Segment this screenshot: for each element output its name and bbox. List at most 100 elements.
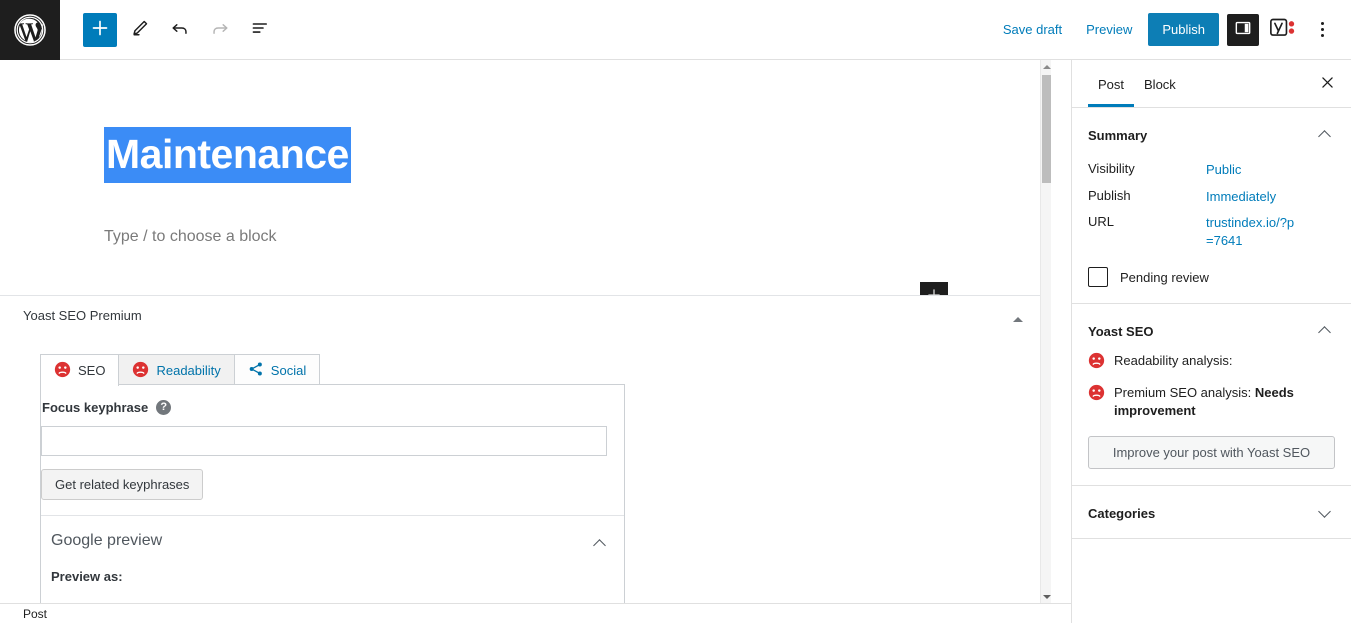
yoast-seo-icon xyxy=(1270,17,1296,42)
undo-icon xyxy=(169,17,191,42)
metabox-collapse-button[interactable] xyxy=(1008,309,1028,329)
summary-row-visibility: Visibility Public xyxy=(1088,152,1335,179)
editor-toolbar: Save draft Preview Publish xyxy=(0,0,1351,60)
face-bad-icon xyxy=(132,361,149,381)
visibility-label: Visibility xyxy=(1088,161,1135,176)
yoast-seo-collapse-button[interactable] xyxy=(1313,320,1335,342)
premium-seo-analysis-text: Premium SEO analysis: Needs improvement xyxy=(1114,384,1335,420)
pending-review-label[interactable]: Pending review xyxy=(1120,270,1209,285)
wordpress-logo-icon xyxy=(13,13,47,47)
edit-tool-button[interactable] xyxy=(123,13,157,47)
sidebar-tab-list: Post Block xyxy=(1072,60,1351,108)
google-preview-collapse-button[interactable] xyxy=(590,535,608,553)
focus-keyphrase-input[interactable] xyxy=(41,426,607,456)
yoast-tab-social[interactable]: Social xyxy=(233,354,321,386)
premium-seo-analysis-prefix: Premium SEO analysis: xyxy=(1114,385,1255,401)
url-label: URL xyxy=(1088,214,1115,230)
redo-icon xyxy=(209,17,231,42)
summary-collapse-button[interactable] xyxy=(1313,124,1335,146)
summary-section-header[interactable]: Summary xyxy=(1088,124,1335,146)
yoast-seo-tab-panel: Focus keyphrase ? Get related keyphrases… xyxy=(40,384,625,603)
publish-label: Publish xyxy=(1088,187,1131,203)
readability-analysis-text: Readability analysis: xyxy=(1114,353,1233,369)
chevron-up-icon xyxy=(1317,130,1331,143)
categories-title: Categories xyxy=(1088,505,1156,521)
triangle-up-icon xyxy=(1042,64,1051,69)
wordpress-block-editor: Save draft Preview Publish Maintenance T… xyxy=(0,0,1351,623)
publish-button[interactable]: Publish xyxy=(1148,13,1219,46)
visibility-value-button[interactable]: Public xyxy=(1206,161,1241,179)
triangle-down-icon xyxy=(1042,594,1051,599)
premium-seo-analysis-row: Premium SEO analysis: Needs improvement xyxy=(1088,384,1335,420)
focus-keyphrase-label: Focus keyphrase xyxy=(42,400,149,415)
scrollbar-thumb[interactable] xyxy=(1042,75,1051,183)
scrollbar-up-button[interactable] xyxy=(1041,60,1052,73)
breadcrumb[interactable]: Post xyxy=(23,607,47,621)
toolbar-right-group: Save draft Preview Publish xyxy=(991,13,1351,47)
get-related-keyphrases-button[interactable]: Get related keyphrases xyxy=(41,469,204,500)
wordpress-logo-button[interactable] xyxy=(0,0,60,60)
editor-column: Maintenance Type / to choose a block Yoa… xyxy=(0,60,1051,603)
face-bad-icon xyxy=(1088,352,1105,374)
undo-button[interactable] xyxy=(163,13,197,47)
yoast-tab-readability[interactable]: Readability xyxy=(118,354,235,386)
block-placeholder[interactable]: Type / to choose a block xyxy=(104,228,277,246)
categories-expand-button[interactable] xyxy=(1313,502,1335,524)
yoast-tab-seo[interactable]: SEO xyxy=(40,354,120,386)
redo-button[interactable] xyxy=(203,13,237,47)
kebab-menu-icon xyxy=(1320,22,1324,37)
plus-icon xyxy=(90,18,110,41)
pencil-icon xyxy=(129,17,151,42)
scrollbar-down-button[interactable] xyxy=(1041,590,1052,603)
yoast-seo-premium-metabox: Yoast SEO Premium SEO Readability Social… xyxy=(0,295,1040,603)
summary-section: Summary Visibility Public Publish Immedi… xyxy=(1072,108,1351,305)
panel-divider xyxy=(41,515,624,516)
triangle-up-icon xyxy=(1013,316,1023,322)
more-options-button[interactable] xyxy=(1305,13,1339,47)
yoast-tab-seo-label: SEO xyxy=(78,363,106,378)
yoast-seo-section-header[interactable]: Yoast SEO xyxy=(1088,320,1335,342)
yoast-seo-section: Yoast SEO Readability analysis: Premium … xyxy=(1072,304,1351,486)
close-sidebar-button[interactable] xyxy=(1313,70,1341,98)
help-question-icon[interactable]: ? xyxy=(156,400,172,415)
editor-canvas[interactable]: Maintenance Type / to choose a block Yoa… xyxy=(0,60,1040,603)
pending-review-row: Pending review xyxy=(1088,267,1335,288)
close-icon xyxy=(1319,74,1336,94)
url-value-link[interactable]: trustindex.io/?p=7641 xyxy=(1206,214,1298,249)
settings-sidebar: Post Block Summary Visibility Public Pub… xyxy=(1071,60,1351,623)
toolbar-left-group xyxy=(60,12,277,47)
tab-post[interactable]: Post xyxy=(1088,62,1135,107)
editor-scrollbar[interactable] xyxy=(1040,60,1051,603)
yoast-seo-title: Yoast SEO xyxy=(1088,323,1154,339)
google-preview-title: Google preview xyxy=(51,532,163,549)
tab-block[interactable]: Block xyxy=(1134,62,1186,106)
preview-as-label: Preview as: xyxy=(51,569,123,584)
post-title-text[interactable]: Maintenance xyxy=(104,127,351,183)
metabox-header: Yoast SEO Premium xyxy=(0,296,1040,336)
settings-sidebar-icon xyxy=(1233,18,1253,41)
list-view-icon xyxy=(249,17,271,42)
preview-button[interactable]: Preview xyxy=(1074,14,1144,45)
add-block-button[interactable] xyxy=(83,12,117,47)
pending-review-checkbox[interactable] xyxy=(1088,267,1108,288)
summary-title: Summary xyxy=(1088,127,1148,143)
publish-value-button[interactable]: Immediately xyxy=(1206,188,1276,206)
summary-row-url: URL trustindex.io/?p=7641 xyxy=(1088,205,1335,249)
settings-sidebar-toggle-button[interactable] xyxy=(1227,13,1259,46)
face-bad-icon xyxy=(1088,384,1105,406)
list-view-button[interactable] xyxy=(243,13,277,47)
share-icon xyxy=(248,361,264,380)
chevron-down-icon xyxy=(1317,505,1331,518)
readability-analysis-row: Readability analysis: xyxy=(1088,352,1335,374)
categories-section: Categories xyxy=(1072,486,1351,539)
metabox-title: Yoast SEO Premium xyxy=(23,308,142,323)
summary-row-publish: Publish Immediately xyxy=(1088,179,1335,206)
improve-post-with-yoast-button[interactable]: Improve your post with Yoast SEO xyxy=(1088,436,1335,469)
yoast-tab-social-label: Social xyxy=(270,363,307,378)
yoast-sidebar-button[interactable] xyxy=(1265,13,1301,47)
categories-section-header[interactable]: Categories xyxy=(1088,502,1335,524)
post-title[interactable]: Maintenance xyxy=(104,127,351,183)
chevron-up-icon xyxy=(1317,326,1331,340)
chevron-up-icon xyxy=(592,539,606,552)
save-draft-button[interactable]: Save draft xyxy=(991,14,1074,45)
